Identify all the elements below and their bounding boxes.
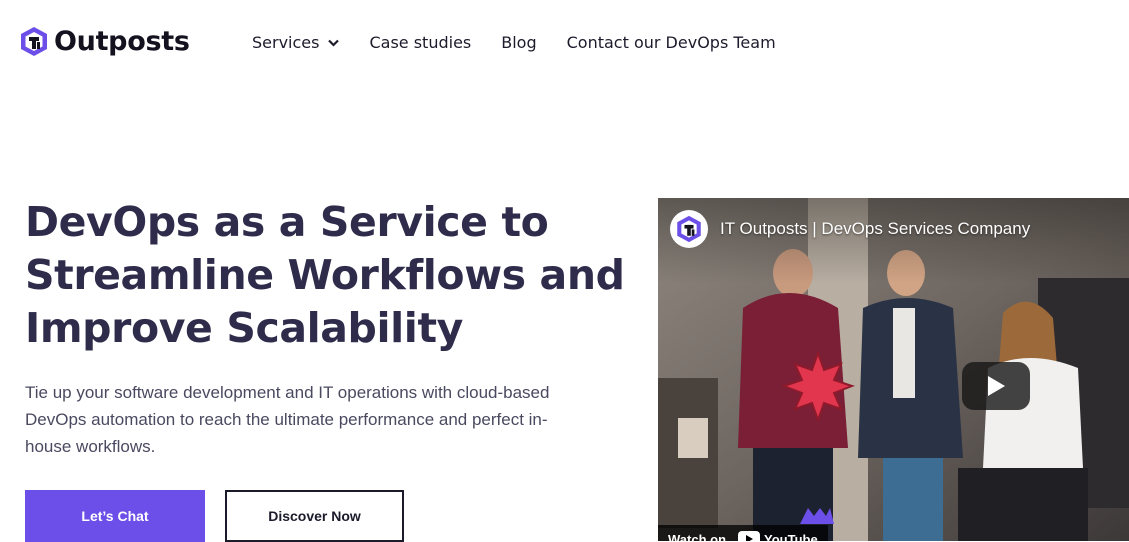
play-button[interactable]: [962, 362, 1030, 410]
watch-on-youtube[interactable]: Watch on YouTube: [658, 525, 828, 541]
hero-title: DevOps as a Service to Streamline Workfl…: [25, 196, 625, 355]
discover-now-button[interactable]: Discover Now: [225, 490, 404, 542]
nav-contact-label: Contact our DevOps Team: [566, 33, 776, 52]
nav-case-studies-label: Case studies: [369, 33, 472, 52]
main-nav: Services Case studies Blog Contact our D…: [252, 33, 776, 52]
nav-blog[interactable]: Blog: [501, 33, 536, 52]
play-icon: [988, 376, 1005, 396]
site-logo[interactable]: Outposts: [20, 26, 190, 57]
nav-services-label: Services: [252, 33, 320, 52]
nav-contact[interactable]: Contact our DevOps Team: [567, 33, 776, 52]
chevron-down-icon: [328, 39, 340, 47]
outposts-logo-icon: [677, 215, 701, 243]
nav-case-studies[interactable]: Case studies: [369, 33, 471, 52]
hero-title-line: Improve Scalability: [25, 304, 463, 352]
hero-title-line: Streamline Workflows and: [25, 251, 625, 299]
youtube-label: YouTube: [764, 531, 818, 542]
video-embed[interactable]: IT Outposts | DevOps Services Company Wa…: [658, 198, 1129, 541]
outposts-logo-icon: [21, 27, 47, 56]
hero-description: Tie up your software development and IT …: [25, 383, 550, 456]
nav-services[interactable]: Services: [252, 33, 340, 52]
brand-name: Outposts: [54, 26, 190, 57]
channel-logo-icon[interactable]: [670, 210, 708, 248]
youtube-icon: [738, 531, 761, 541]
watch-on-label: Watch on: [668, 531, 727, 542]
lets-chat-button[interactable]: Let’s Chat: [25, 490, 205, 542]
video-title[interactable]: IT Outposts | DevOps Services Company: [720, 219, 1030, 239]
video-thumbnail: [658, 198, 1129, 541]
nav-blog-label: Blog: [501, 33, 537, 52]
hero-title-line: DevOps as a Service to: [25, 198, 549, 246]
